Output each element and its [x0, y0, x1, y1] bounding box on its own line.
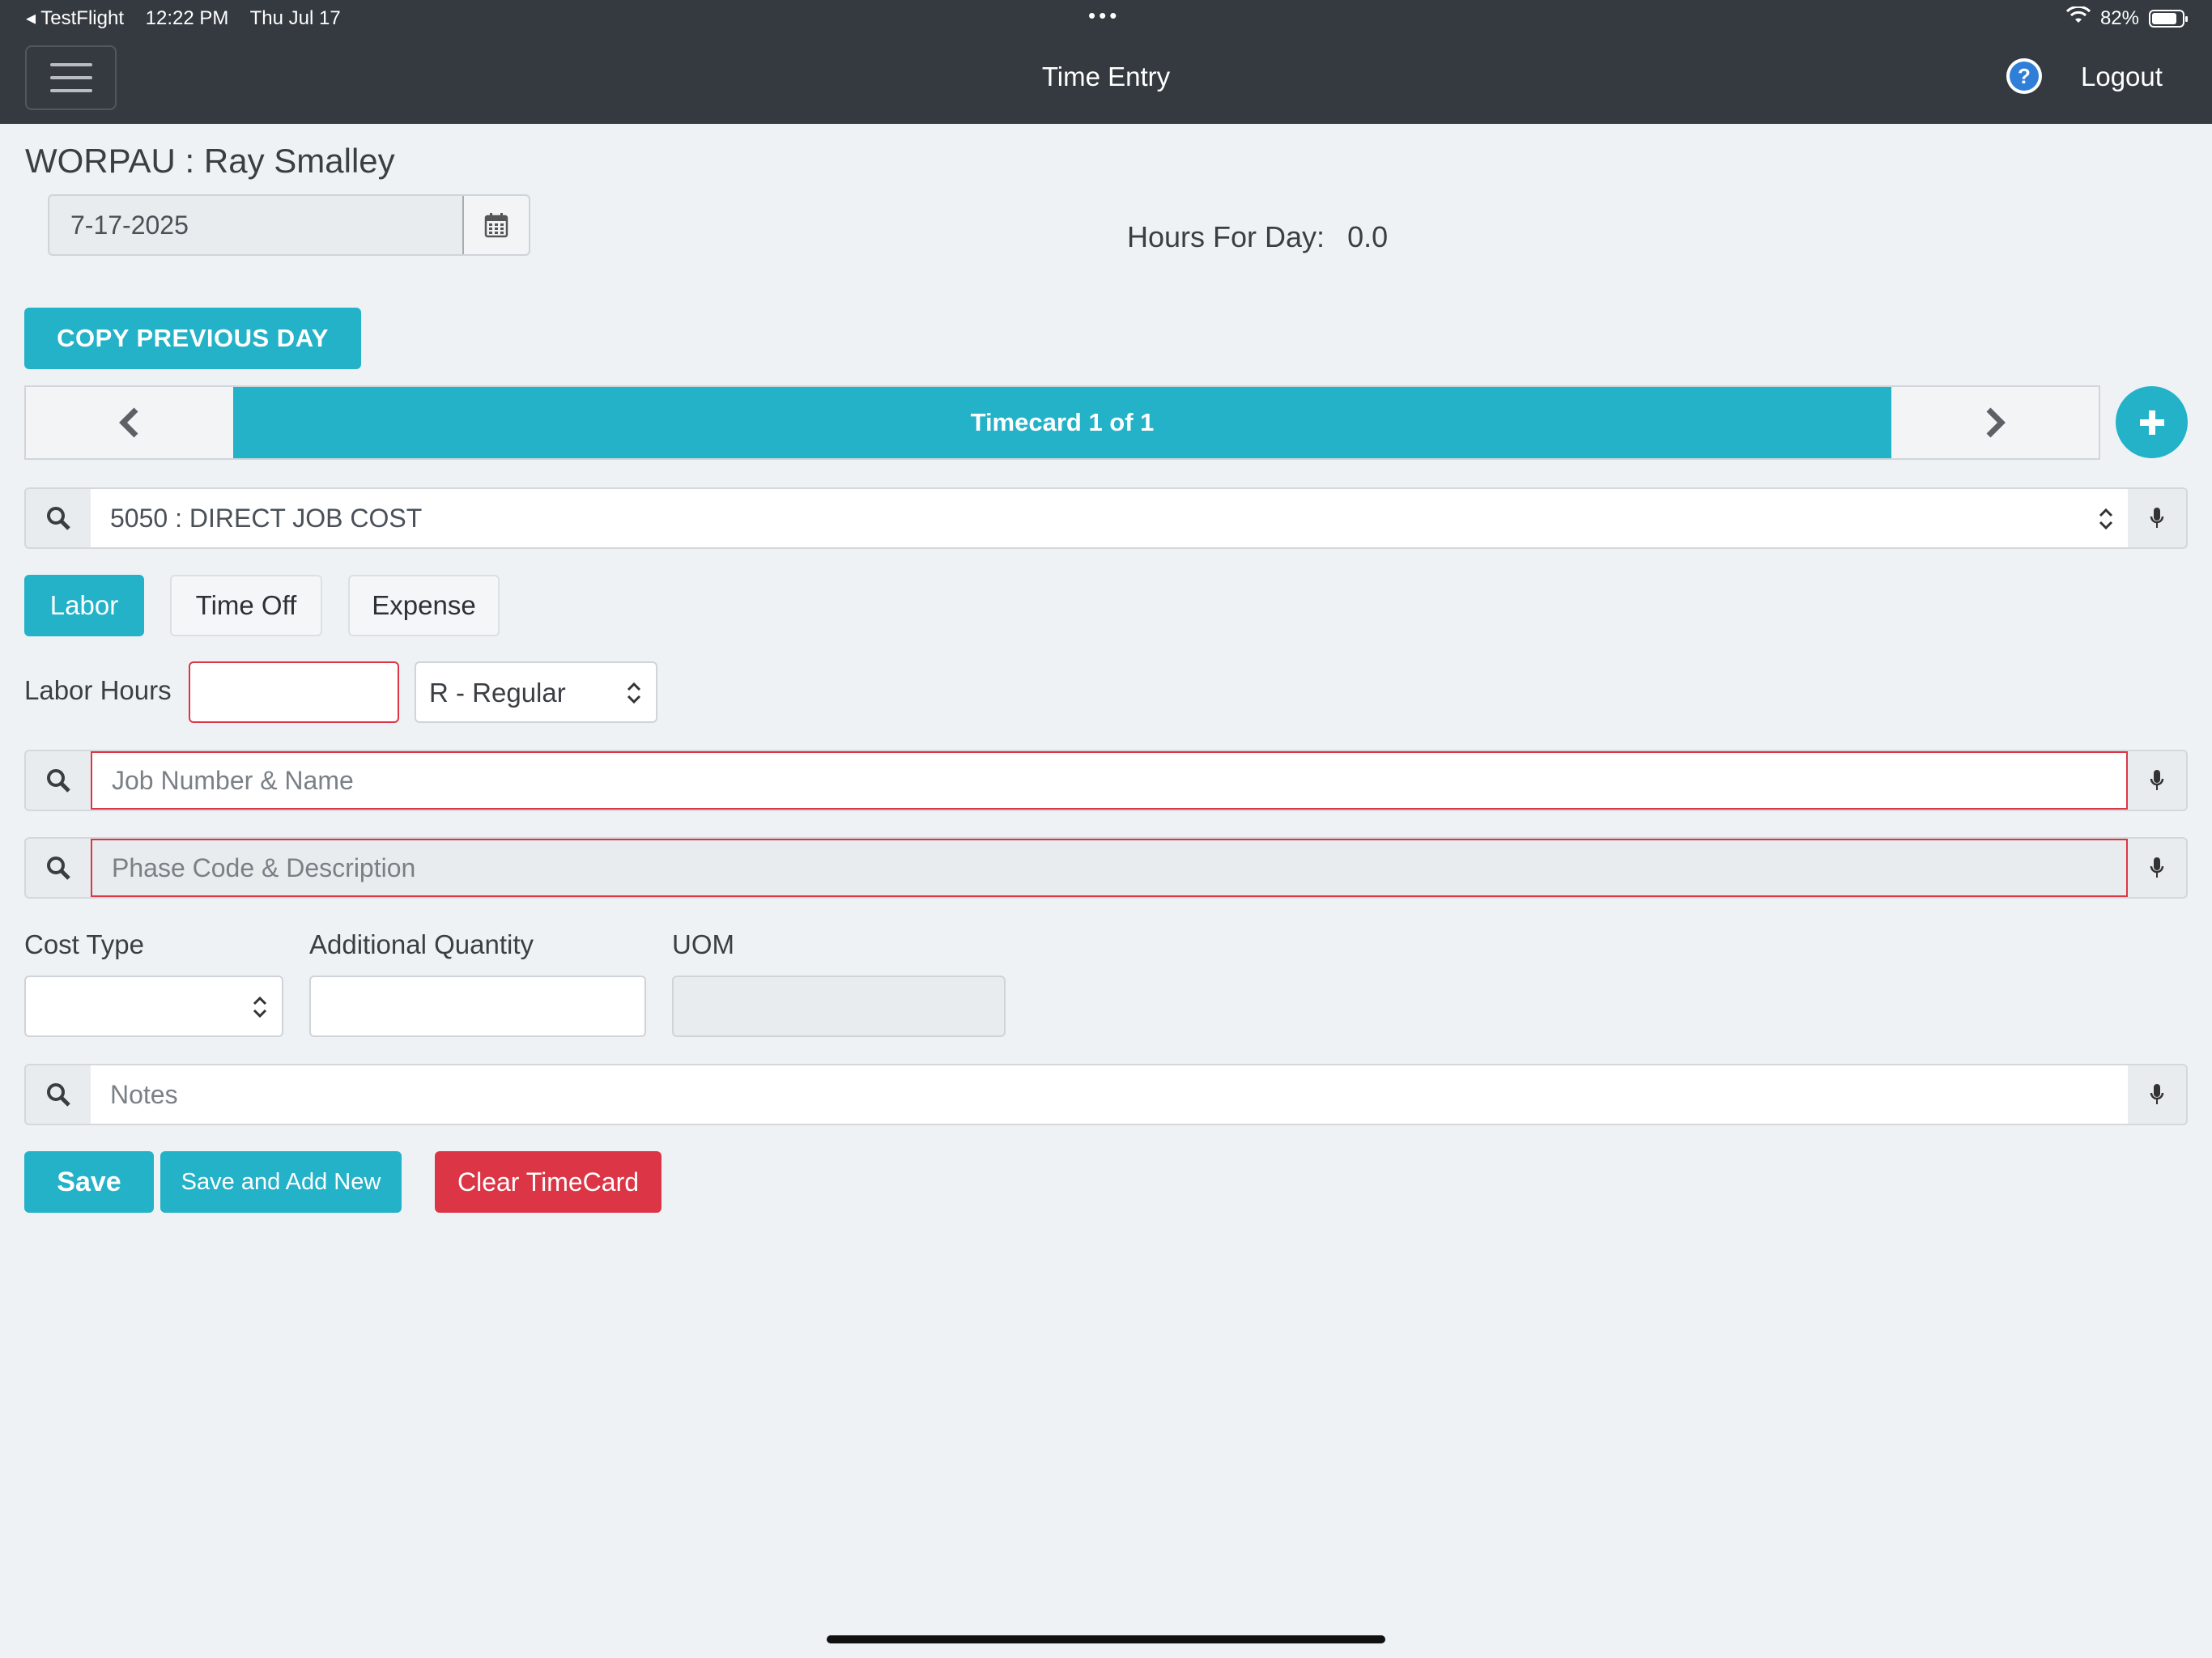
phase-search: Phase Code & Description — [24, 837, 2188, 899]
battery-icon — [2149, 9, 2188, 28]
labor-hours-label: Labor Hours — [24, 675, 172, 705]
timecard-navigator: Timecard 1 of 1 — [24, 385, 2100, 460]
status-time: 12:22 PM — [145, 7, 229, 29]
hours-for-day: Hours For Day: 0.0 — [1127, 220, 1388, 254]
uom-field — [672, 976, 1006, 1037]
date-field[interactable]: 7-17-2025 — [49, 196, 462, 254]
back-to-app-link[interactable]: ◂ TestFlight — [26, 7, 124, 29]
add-timecard-button[interactable] — [2116, 386, 2188, 458]
hours-for-day-value: 0.0 — [1347, 220, 1389, 253]
battery-percent: 82% — [2099, 6, 2139, 29]
home-indicator[interactable] — [827, 1635, 1385, 1643]
save-button[interactable]: Save — [24, 1151, 154, 1213]
account-select-value: 5050 : DIRECT JOB COST — [110, 504, 423, 533]
next-timecard-button[interactable] — [1891, 387, 2099, 458]
logout-link[interactable]: Logout — [2081, 62, 2163, 92]
cost-type-select[interactable] — [24, 976, 283, 1037]
copy-previous-day-button[interactable]: COPY PREVIOUS DAY — [24, 308, 361, 369]
cost-type-label: Cost Type — [24, 929, 144, 959]
search-icon — [26, 839, 91, 897]
additional-quantity-input[interactable] — [309, 976, 646, 1037]
wifi-icon — [2065, 5, 2091, 30]
microphone-icon[interactable] — [2128, 489, 2186, 547]
tab-labor[interactable]: Labor — [24, 575, 144, 636]
account-select[interactable]: 5050 : DIRECT JOB COST — [91, 489, 2128, 547]
status-bar-right: 82% — [2065, 5, 2188, 30]
top-bar: ◂ TestFlight 12:22 PM Thu Jul 17 ••• 82%… — [0, 0, 2212, 124]
date-picker[interactable]: 7-17-2025 — [48, 194, 530, 256]
updown-chevron-icon — [253, 996, 267, 1018]
previous-timecard-button[interactable] — [26, 387, 233, 458]
help-icon-glyph: ? — [2010, 62, 2039, 91]
chevron-right-icon — [1986, 407, 2006, 438]
phase-code-input[interactable]: Phase Code & Description — [91, 839, 2128, 897]
help-icon[interactable]: ? — [2006, 58, 2042, 94]
additional-quantity-label: Additional Quantity — [309, 929, 534, 959]
plus-icon — [2139, 410, 2164, 435]
calendar-icon — [484, 213, 508, 238]
save-and-add-new-button[interactable]: Save and Add New — [160, 1151, 402, 1213]
status-date: Thu Jul 17 — [249, 7, 341, 29]
status-bar-left: ◂ TestFlight 12:22 PM Thu Jul 17 — [26, 6, 357, 30]
employee-heading: WORPAU : Ray Smalley — [25, 142, 395, 180]
microphone-icon[interactable] — [2128, 839, 2186, 897]
search-icon — [26, 489, 91, 547]
hours-for-day-label: Hours For Day: — [1127, 220, 1325, 253]
uom-label: UOM — [672, 929, 734, 959]
labor-hours-input[interactable] — [189, 661, 399, 723]
multitasking-dots[interactable]: ••• — [1088, 3, 1120, 28]
updown-chevron-icon — [627, 682, 641, 704]
job-search: Job Number & Name — [24, 750, 2188, 811]
page-title: Time Entry — [1041, 62, 1171, 91]
search-icon — [26, 751, 91, 810]
chevron-left-icon — [119, 407, 138, 438]
account-search: 5050 : DIRECT JOB COST — [24, 487, 2188, 549]
microphone-icon[interactable] — [2128, 1065, 2186, 1124]
pay-type-select[interactable]: R - Regular — [415, 661, 657, 723]
timecard-label: Timecard 1 of 1 — [233, 387, 1891, 458]
tab-time-off[interactable]: Time Off — [170, 575, 322, 636]
microphone-icon[interactable] — [2128, 751, 2186, 810]
updown-chevron-icon — [2099, 508, 2113, 530]
search-icon — [26, 1065, 91, 1124]
clear-timecard-button[interactable]: Clear TimeCard — [435, 1151, 661, 1213]
job-number-input[interactable]: Job Number & Name — [91, 751, 2128, 810]
tab-expense[interactable]: Expense — [348, 575, 500, 636]
notes-input[interactable]: Notes — [91, 1065, 2128, 1124]
notes-search: Notes — [24, 1064, 2188, 1125]
calendar-button[interactable] — [462, 196, 529, 254]
pay-type-value: R - Regular — [429, 678, 566, 708]
